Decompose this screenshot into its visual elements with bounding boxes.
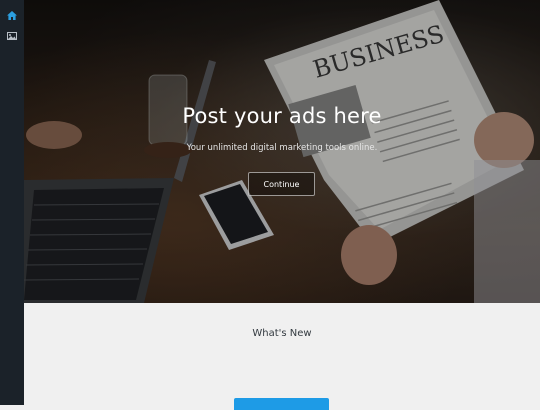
home-icon[interactable]	[5, 8, 19, 22]
image-icon[interactable]	[5, 29, 19, 43]
section-action-button[interactable]	[234, 398, 329, 410]
hero-title: Post your ads here	[182, 104, 382, 128]
whats-new-section: What's New	[24, 303, 540, 410]
section-title: What's New	[252, 328, 312, 339]
sidebar	[0, 0, 24, 405]
continue-button[interactable]: Continue	[248, 172, 315, 196]
hero-subtitle: Your unlimited digital marketing tools o…	[186, 143, 378, 153]
hero-banner: BUSINESS Post your ads here Your unlimit…	[24, 0, 540, 303]
